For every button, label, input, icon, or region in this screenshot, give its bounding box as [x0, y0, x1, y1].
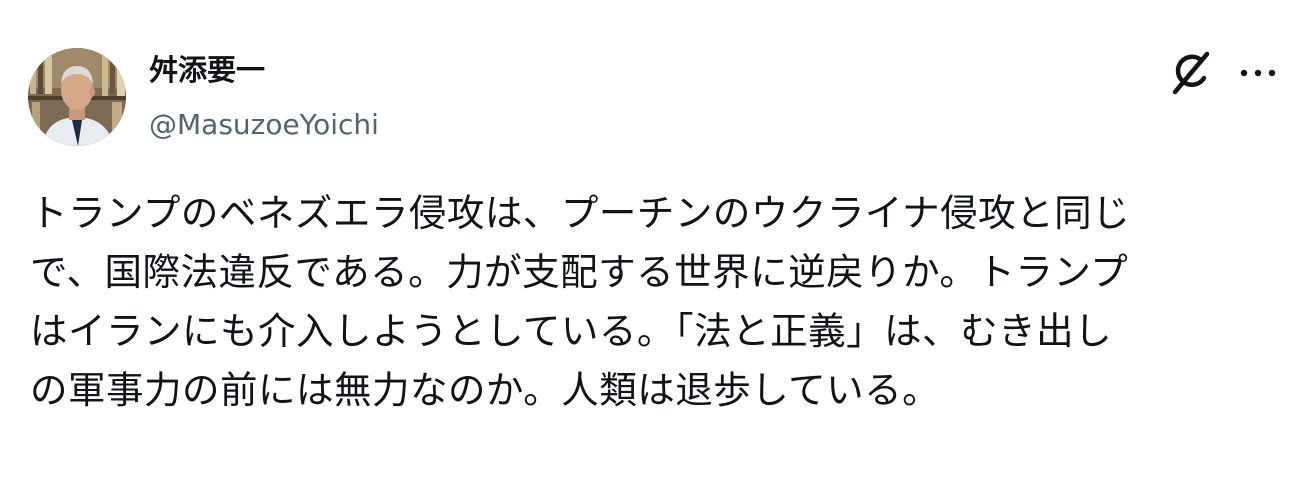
tweet-text-line: の軍事力の前には無力なのか。人類は退歩している。	[30, 368, 941, 412]
tweet-text-line: で、国際法違反である。力が支配する世界に逆戻りか。トランプ	[30, 250, 1129, 294]
tweet-text-line: はイランにも介入しようとしている。「法と正義」は、むき出し	[30, 309, 1113, 353]
avatar[interactable]	[28, 48, 126, 146]
tweet-text: トランプのベネズエラ侵攻は、プーチンのウクライナ侵攻と同じ で、国際法違反である。…	[30, 184, 1270, 420]
grok-icon[interactable]	[1166, 48, 1216, 98]
author-handle[interactable]: @MasuzoeYoichi	[149, 106, 379, 144]
tweet-text-line: トランプのベネズエラ侵攻は、プーチンのウクライナ侵攻と同じ	[30, 191, 1131, 235]
more-options-icon[interactable]	[1236, 58, 1280, 88]
author-display-name[interactable]: 舛添要一	[149, 51, 265, 89]
tweet-card: 舛添要一 @MasuzoeYoichi トランプのベネズエラ侵攻は、プーチンのウ…	[0, 0, 1300, 478]
